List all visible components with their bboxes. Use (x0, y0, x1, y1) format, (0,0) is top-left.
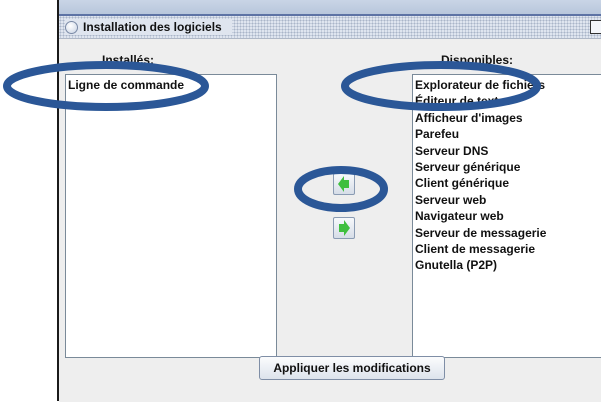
available-list-item[interactable]: Serveur de messagerie (413, 225, 601, 241)
available-list-item[interactable]: Serveur DNS (413, 143, 601, 159)
apply-changes-button[interactable]: Appliquer les modifications (259, 356, 445, 380)
move-to-available-button[interactable] (333, 217, 355, 239)
frame-title-text: Installation des logiciels (83, 20, 222, 34)
frame-title: Installation des logiciels (65, 19, 232, 35)
available-list-item[interactable]: Navigateur web (413, 208, 601, 224)
installed-list[interactable]: Ligne de commande (65, 74, 277, 358)
arrow-left-icon (338, 176, 349, 192)
available-list-item[interactable]: Explorateur de fichiers (413, 77, 601, 93)
window-title-strip (59, 0, 601, 15)
available-list-item[interactable]: Gnutella (P2P) (413, 257, 601, 273)
available-list-item[interactable]: Afficheur d'images (413, 110, 601, 126)
window-icon (65, 20, 78, 34)
frame-titlebar[interactable]: Installation des logiciels (59, 16, 601, 39)
arrow-right-icon (339, 220, 350, 236)
installed-list-item[interactable]: Ligne de commande (66, 77, 276, 93)
available-list-item[interactable]: Client de messagerie (413, 241, 601, 257)
installed-header: Installés: (102, 53, 155, 67)
available-list-item[interactable]: Client générique (413, 175, 601, 191)
move-to-installed-button[interactable] (333, 173, 355, 195)
available-list[interactable]: Explorateur de fichiers Éditeur de texte A… (412, 74, 601, 358)
minimize-button[interactable] (590, 20, 601, 34)
available-list-item[interactable]: Éditeur de texte (413, 93, 601, 109)
software-installation-window: Installation des logiciels Installés: Di… (57, 0, 601, 402)
available-list-item[interactable]: Serveur web (413, 192, 601, 208)
available-list-item[interactable]: Parefeu (413, 126, 601, 142)
available-list-item[interactable]: Serveur générique (413, 159, 601, 175)
available-header: Disponibles: (441, 53, 514, 67)
